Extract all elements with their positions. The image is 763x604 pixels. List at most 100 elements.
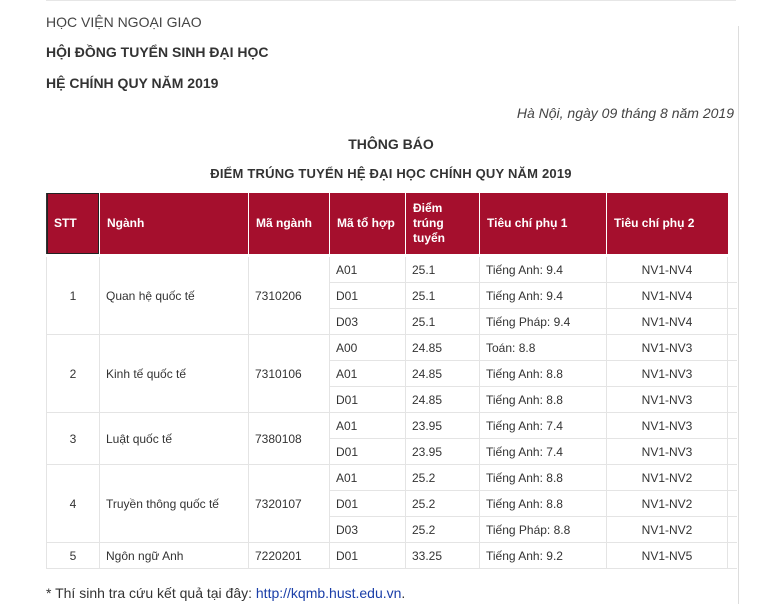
row-criteria-1: Tiếng Anh: 8.8	[479, 360, 607, 387]
row-criteria-1: Tiếng Anh: 9.4	[479, 255, 607, 283]
row-stt: 1	[46, 255, 100, 335]
right-divider	[738, 26, 739, 604]
row-score: 25.1	[405, 282, 480, 309]
column-header-criteria-2: Tiêu chí phụ 2	[606, 193, 728, 257]
issue-date: Hà Nội, ngày 09 tháng 8 năm 2019	[516, 105, 734, 121]
footer-note-text: * Thí sinh tra cứu kết quả tại đây:	[46, 585, 256, 601]
row-major: Kinh tế quốc tế	[99, 334, 249, 413]
column-header-major: Ngành	[99, 193, 249, 257]
document-title: ĐIỂM TRÚNG TUYỂN HỆ ĐẠI HỌC CHÍNH QUY NĂ…	[210, 166, 572, 181]
row-combo: D03	[329, 308, 406, 335]
row-spacer	[727, 386, 737, 413]
row-combo: D03	[329, 516, 406, 543]
table-row: 5 Ngôn ngữ Anh 7220201 D01 33.25 Tiếng A…	[46, 542, 737, 569]
row-criteria-1: Tiếng Anh: 7.4	[479, 438, 607, 465]
row-score: 25.2	[405, 464, 480, 491]
column-header-criteria-1: Tiêu chí phụ 1	[479, 193, 607, 257]
row-criteria-1: Tiếng Anh: 8.8	[479, 464, 607, 491]
row-criteria-2: NV1-NV3	[606, 334, 728, 361]
footer-note-trailing: .	[401, 585, 406, 601]
row-spacer	[727, 360, 737, 387]
row-spacer	[727, 412, 737, 439]
footer-note: * Thí sinh tra cứu kết quả tại đây: http…	[46, 585, 405, 601]
row-score: 25.1	[405, 308, 480, 335]
row-major: Ngôn ngữ Anh	[99, 542, 249, 569]
row-score: 24.85	[405, 360, 480, 387]
row-criteria-2: NV1-NV4	[606, 255, 728, 283]
row-code: 7310106	[248, 334, 330, 413]
row-spacer	[727, 542, 737, 569]
row-combo: D01	[329, 438, 406, 465]
row-criteria-2: NV1-NV2	[606, 516, 728, 543]
row-stt: 5	[46, 542, 100, 569]
results-lookup-link[interactable]: http://kqmb.hust.edu.vn	[256, 585, 402, 601]
row-stt: 4	[46, 464, 100, 543]
row-code: 7310206	[248, 255, 330, 335]
row-criteria-1: Tiếng Anh: 7.4	[479, 412, 607, 439]
table-row: 4 Truyền thông quốc tế 7320107 A01 25.2 …	[46, 464, 737, 543]
top-divider	[46, 0, 736, 1]
row-spacer	[727, 255, 737, 283]
row-criteria-2: NV1-NV5	[606, 542, 728, 569]
row-score: 25.2	[405, 516, 480, 543]
row-criteria-1: Toán: 8.8	[479, 334, 607, 361]
row-spacer	[727, 464, 737, 491]
column-header-combo: Mã tổ hợp	[329, 193, 406, 257]
row-criteria-2: NV1-NV3	[606, 360, 728, 387]
row-score: 24.85	[405, 386, 480, 413]
row-stt: 2	[46, 334, 100, 413]
row-combo: D01	[329, 490, 406, 517]
row-code: 7320107	[248, 464, 330, 543]
row-spacer	[727, 438, 737, 465]
row-combo: A01	[329, 464, 406, 491]
row-spacer	[727, 516, 737, 543]
row-criteria-2: NV1-NV2	[606, 464, 728, 491]
row-score: 23.95	[405, 412, 480, 439]
row-score: 25.2	[405, 490, 480, 517]
row-criteria-1: Tiếng Anh: 8.8	[479, 386, 607, 413]
row-criteria-1: Tiếng Anh: 9.4	[479, 282, 607, 309]
row-major: Luật quốc tế	[99, 412, 249, 465]
row-score: 24.85	[405, 334, 480, 361]
row-combo: D01	[329, 282, 406, 309]
column-header-code: Mã ngành	[248, 193, 330, 257]
row-combo: A00	[329, 334, 406, 361]
results-table: STT Ngành Mã ngành Mã tổ hợp Điểm trúng …	[46, 193, 737, 569]
row-score: 25.1	[405, 255, 480, 283]
row-criteria-2: NV1-NV3	[606, 412, 728, 439]
row-combo: A01	[329, 412, 406, 439]
row-criteria-2: NV1-NV4	[606, 308, 728, 335]
row-score: 23.95	[405, 438, 480, 465]
table-row: 2 Kinh tế quốc tế 7310106 A00 24.85 Toán…	[46, 334, 737, 413]
column-header-spacer	[727, 193, 737, 257]
council-name: HỘI ĐỒNG TUYỂN SINH ĐẠI HỌC	[46, 44, 269, 60]
system-name: HỆ CHÍNH QUY NĂM 2019	[46, 75, 219, 91]
row-criteria-2: NV1-NV2	[606, 490, 728, 517]
announcement-heading: THÔNG BÁO	[348, 136, 434, 152]
table-header-row: STT Ngành Mã ngành Mã tổ hợp Điểm trúng …	[46, 193, 737, 257]
organization-name: HỌC VIỆN NGOẠI GIAO	[46, 14, 202, 30]
column-header-score: Điểm trúng tuyển	[405, 193, 480, 257]
table-row: 3 Luật quốc tế 7380108 A01 23.95 Tiếng A…	[46, 412, 737, 465]
row-code: 7220201	[248, 542, 330, 569]
row-major: Truyền thông quốc tế	[99, 464, 249, 543]
row-criteria-1: Tiếng Pháp: 8.8	[479, 516, 607, 543]
row-criteria-2: NV1-NV3	[606, 438, 728, 465]
row-criteria-1: Tiếng Pháp: 9.4	[479, 308, 607, 335]
row-score: 33.25	[405, 542, 480, 569]
row-combo: A01	[329, 255, 406, 283]
row-criteria-1: Tiếng Anh: 8.8	[479, 490, 607, 517]
row-spacer	[727, 490, 737, 517]
row-spacer	[727, 282, 737, 309]
column-header-stt: STT	[46, 193, 100, 257]
row-spacer	[727, 334, 737, 361]
row-spacer	[727, 308, 737, 335]
row-criteria-2: NV1-NV4	[606, 282, 728, 309]
row-stt: 3	[46, 412, 100, 465]
row-combo: D01	[329, 542, 406, 569]
row-combo: D01	[329, 386, 406, 413]
row-criteria-1: Tiếng Anh: 9.2	[479, 542, 607, 569]
row-combo: A01	[329, 360, 406, 387]
table-row: 1 Quan hệ quốc tế 7310206 A01 25.1 Tiếng…	[46, 255, 737, 335]
row-criteria-2: NV1-NV3	[606, 386, 728, 413]
